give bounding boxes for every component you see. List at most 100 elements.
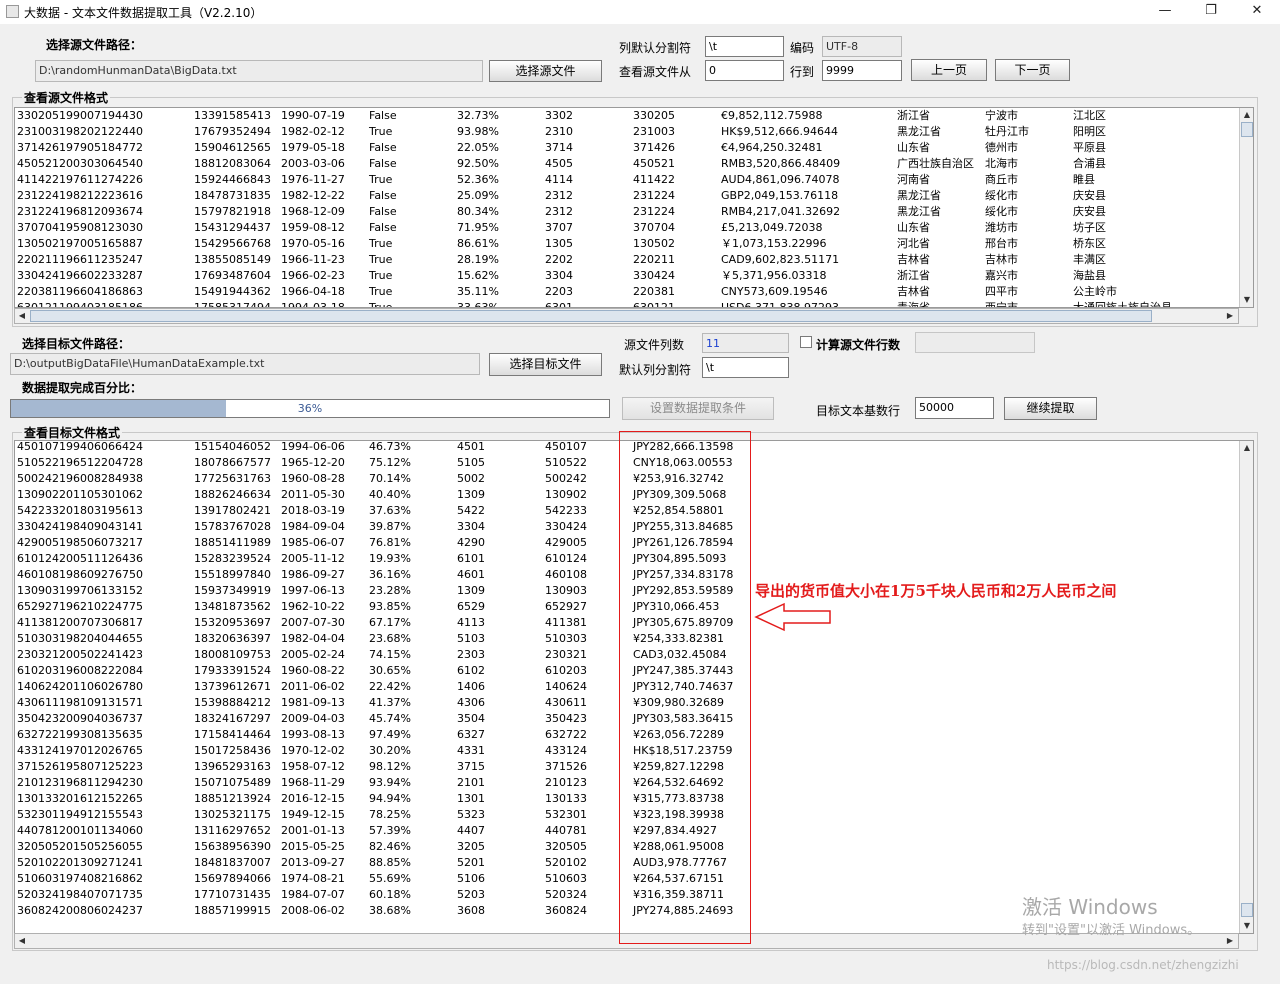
id-cell: 510603197408216862	[17, 872, 143, 885]
code4-cell: 4113	[457, 616, 485, 629]
target-vertical-scrollbar[interactable]: ▲ ▼	[1239, 441, 1253, 933]
province-cell: 黑龙江省	[897, 189, 941, 202]
id-cell: 330424198409043141	[17, 520, 143, 533]
source-delimiter-input[interactable]: \t	[705, 36, 784, 57]
province-cell: 青海省	[897, 301, 930, 308]
blog-watermark: https://blog.csdn.net/zhengzizhi	[1047, 958, 1239, 972]
scroll-right-icon[interactable]: ▶	[1223, 934, 1237, 948]
code4-cell: 5106	[457, 872, 485, 885]
next-page-button[interactable]: 下一页	[995, 59, 1070, 81]
id-cell: 450521200303064540	[17, 157, 143, 170]
phone-cell: 17585317494	[194, 301, 271, 308]
close-button[interactable]: ✕	[1234, 0, 1280, 24]
target-vscroll-thumb[interactable]	[1241, 903, 1253, 917]
target-delimiter-input[interactable]: \t	[702, 357, 789, 378]
id-cell: 371526195807125223	[17, 760, 143, 773]
phone-cell: 18324167297	[194, 712, 271, 725]
percent-cell: 88.85%	[369, 856, 411, 869]
target-path-field[interactable]: D:\outputBigDataFile\HumanDataExample.tx…	[10, 353, 480, 375]
id-cell: 231003198202122440	[17, 125, 143, 138]
flag-cell: True	[369, 301, 393, 308]
scroll-left-icon[interactable]: ◀	[15, 934, 29, 948]
target-delimiter-label: 默认列分割符	[619, 363, 692, 377]
city-cell: 牡丹江市	[985, 125, 1029, 138]
set-conditions-button[interactable]: 设置数据提取条件	[622, 397, 774, 420]
date-cell: 1984-07-07	[281, 888, 345, 901]
continue-extract-button[interactable]: 继续提取	[1004, 397, 1097, 420]
id-cell: 231224198212223616	[17, 189, 143, 202]
source-table[interactable]: 330205199007194430 13391585413 1990-07-19 F…	[14, 107, 1254, 308]
province-cell: 河北省	[897, 237, 930, 250]
code4-cell: 1309	[457, 584, 485, 597]
prev-page-button[interactable]: 上一页	[911, 59, 987, 81]
district-cell: 睢县	[1073, 173, 1095, 186]
code6-cell: 430611	[545, 696, 587, 709]
amount-cell: RMB3,520,866.48409	[721, 157, 841, 170]
scroll-down-icon[interactable]: ▼	[1240, 919, 1253, 933]
base-rows-input[interactable]: 50000	[915, 397, 994, 419]
source-horizontal-scrollbar[interactable]: ◀ ▶	[14, 308, 1239, 324]
source-vscroll-thumb[interactable]	[1241, 122, 1253, 137]
activate-windows-subtitle: 转到"设置"以激活 Windows。	[1022, 923, 1201, 938]
id-cell: 632722199308135635	[17, 728, 143, 741]
view-from-input[interactable]: 0	[705, 60, 784, 81]
flag-cell: False	[369, 141, 397, 154]
date-cell: 2015-05-25	[281, 840, 345, 853]
minimize-button[interactable]: —	[1142, 0, 1188, 24]
select-target-button[interactable]: 选择目标文件	[489, 353, 602, 376]
source-vertical-scrollbar[interactable]: ▲ ▼	[1239, 108, 1253, 307]
percent-cell: 35.11%	[457, 285, 499, 298]
district-cell: 平原县	[1073, 141, 1106, 154]
date-cell: 1965-12-20	[281, 456, 345, 469]
view-to-input[interactable]: 9999	[822, 60, 902, 81]
province-cell: 黑龙江省	[897, 205, 941, 218]
code4-cell: 3715	[457, 760, 485, 773]
row-count-field	[915, 332, 1035, 353]
date-cell: 1962-10-22	[281, 600, 345, 613]
source-hscroll-thumb[interactable]	[30, 310, 1152, 322]
scroll-up-icon[interactable]: ▲	[1240, 441, 1253, 455]
id-cell: 532301194912155543	[17, 808, 143, 821]
scroll-down-icon[interactable]: ▼	[1240, 293, 1253, 307]
code4-cell: 3205	[457, 840, 485, 853]
scroll-right-icon[interactable]: ▶	[1223, 309, 1237, 323]
amount-cell: ￥5,371,956.03318	[721, 269, 827, 282]
select-source-button[interactable]: 选择源文件	[489, 60, 602, 82]
date-cell: 1990-07-19	[281, 109, 345, 122]
date-cell: 1966-11-23	[281, 253, 345, 266]
code6-cell: 460108	[545, 568, 587, 581]
percent-cell: 82.46%	[369, 840, 411, 853]
percent-cell: 36.16%	[369, 568, 411, 581]
percent-cell: 22.05%	[457, 141, 499, 154]
code6-cell: 220381	[633, 285, 675, 298]
id-cell: 210123196811294230	[17, 776, 143, 789]
flag-cell: False	[369, 189, 397, 202]
phone-cell: 15783767028	[194, 520, 271, 533]
city-cell: 北海市	[985, 157, 1018, 170]
source-path-field[interactable]: D:\randomHunmanData\BigData.txt	[35, 60, 483, 82]
date-cell: 1994-06-06	[281, 440, 345, 453]
percent-cell: 40.40%	[369, 488, 411, 501]
date-cell: 1968-11-29	[281, 776, 345, 789]
scroll-left-icon[interactable]: ◀	[15, 309, 29, 323]
scroll-up-icon[interactable]: ▲	[1240, 108, 1253, 122]
code6-cell: 630121	[633, 301, 675, 308]
base-rows-label: 目标文本基数行	[816, 404, 901, 418]
phone-cell: 18851213924	[194, 792, 271, 805]
code6-cell: 370704	[633, 221, 675, 234]
date-cell: 2013-09-27	[281, 856, 345, 869]
city-cell: 四平市	[985, 285, 1018, 298]
city-cell: 嘉兴市	[985, 269, 1018, 282]
code4-cell: 5002	[457, 472, 485, 485]
code4-cell: 1301	[457, 792, 485, 805]
count-rows-checkbox[interactable]	[800, 336, 812, 348]
phone-cell: 18851411989	[194, 536, 271, 549]
percent-cell: 15.62%	[457, 269, 499, 282]
restore-button[interactable]: ❐	[1188, 0, 1234, 24]
date-cell: 1974-08-21	[281, 872, 345, 885]
city-cell: 吉林市	[985, 253, 1018, 266]
id-cell: 460108198609276750	[17, 568, 143, 581]
column-count-label: 源文件列数	[624, 338, 685, 352]
left-arrow-icon	[754, 602, 831, 632]
phone-cell: 18857199915	[194, 904, 271, 917]
